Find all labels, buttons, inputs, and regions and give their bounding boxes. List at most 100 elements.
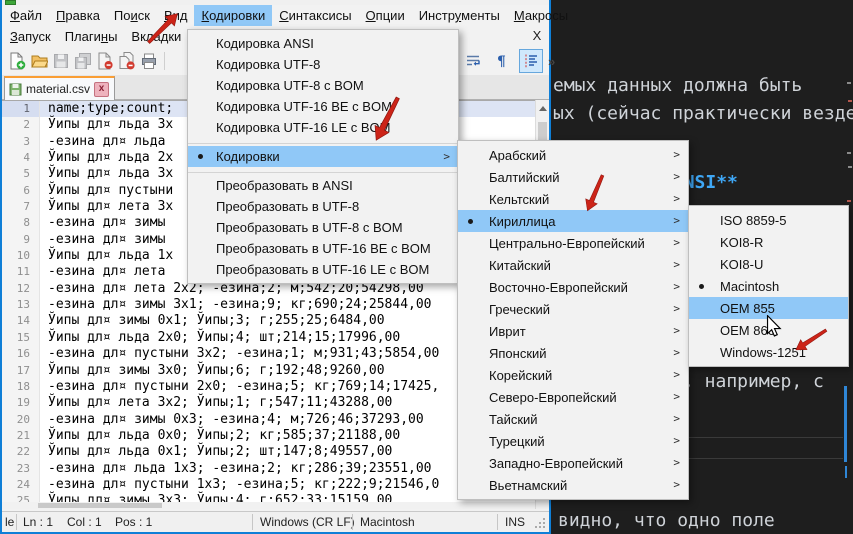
menu-item[interactable]: Преобразовать в ANSI > — [188, 175, 458, 196]
horizontal-scrollbar[interactable] — [2, 502, 535, 509]
menu-item[interactable]: Кодировки > — [188, 146, 458, 167]
saved-file-icon — [9, 83, 22, 96]
new-file-icon[interactable] — [6, 50, 28, 72]
menu-item[interactable]: Тайский > — [458, 408, 688, 430]
status-column: Col : 1 — [67, 515, 102, 529]
menu-item[interactable]: Преобразовать в UTF-16 LE с BOM > — [188, 259, 458, 280]
horizontal-scrollbar-thumb[interactable] — [38, 503, 162, 508]
menu-item[interactable]: Греческий > — [458, 298, 688, 320]
menu-bar-item[interactable]: Синтаксисы — [272, 5, 358, 26]
menu-item[interactable]: Арабский > — [458, 144, 688, 166]
menu-item[interactable]: Турецкий > — [458, 430, 688, 452]
line-number: 6 — [2, 183, 40, 199]
menu-bar-row1: ФайлПравкаПоискВидКодировкиСинтаксисыОпц… — [3, 5, 575, 26]
red-annotation-arrow — [141, 10, 185, 46]
menu-item[interactable]: Кодировка UTF-8 с BOM > — [188, 75, 458, 96]
submenu-chevron-icon: > — [673, 279, 680, 295]
indent-guide-icon[interactable] — [519, 49, 543, 73]
menu-item[interactable]: > — [188, 138, 458, 146]
print-icon[interactable] — [138, 50, 160, 72]
resize-grip[interactable] — [543, 526, 545, 528]
menu-item[interactable]: Западно-Европейский > — [458, 452, 688, 474]
menu-item[interactable]: Центрально-Европейский > — [458, 232, 688, 254]
save-icon[interactable] — [50, 50, 72, 72]
editor-line: 16 -езина дл¤ пустыни 3х2; -езина;1; м;9… — [2, 346, 535, 362]
toolbar-overflow-chevron[interactable]: » — [548, 54, 555, 69]
close-all-icon[interactable] — [116, 50, 138, 72]
menu-item[interactable]: Японский > — [458, 342, 688, 364]
menu-item[interactable]: Восточно-Европейский > — [458, 276, 688, 298]
status-encoding[interactable]: Macintosh — [360, 515, 415, 529]
background-scrollbar-mark — [845, 466, 847, 478]
editor-line: 15 Ўипы дл¤ льда 2х0; Ўипы;4; шт;214;15;… — [2, 330, 535, 346]
background-text-line: видно, что одно поле — [558, 510, 775, 531]
menu-item[interactable]: Кодировка UTF-16 LE с BOM > — [188, 117, 458, 138]
menu-bar-item[interactable]: Правка — [49, 5, 107, 26]
svg-text:¶: ¶ — [497, 54, 506, 70]
scroll-up-arrow-icon[interactable] — [539, 106, 547, 111]
menu-bar-item[interactable]: Инструменты — [412, 5, 507, 26]
document-close-button[interactable]: X — [529, 27, 545, 45]
menu-item[interactable]: Кодировка ANSI > — [188, 33, 458, 54]
status-bar: le Ln : 1 Col : 1 Pos : 1 Windows (CR LF… — [2, 511, 549, 532]
menu-bar-item[interactable]: Кодировки — [194, 5, 272, 26]
line-number: 24 — [2, 477, 40, 493]
menu-item[interactable]: ISO 8859-5 > — [689, 209, 848, 231]
editor-line: 22 Ўипы дл¤ льда 0х1; Ўипы;2; шт;147;8;4… — [2, 444, 535, 460]
menu-item[interactable]: Северо-Европейский > — [458, 386, 688, 408]
open-file-icon[interactable] — [28, 50, 50, 72]
divider-line — [688, 437, 843, 438]
menu-item[interactable]: Кириллица > — [458, 210, 688, 232]
submenu-chevron-icon: > — [673, 235, 680, 251]
menu-bar-item[interactable]: Файл — [3, 5, 49, 26]
menu-item[interactable]: Корейский > — [458, 364, 688, 386]
menu-item[interactable]: > — [188, 167, 458, 175]
menu-item[interactable]: Кодировка UTF-16 BE с BOM > — [188, 96, 458, 117]
status-line: Ln : 1 — [23, 515, 53, 529]
menu-bar-item[interactable]: Запуск — [3, 26, 58, 47]
menu-item[interactable]: Иврит > — [458, 320, 688, 342]
status-position: Pos : 1 — [115, 515, 152, 529]
submenu-chevron-icon: > — [673, 301, 680, 317]
minimap-mark — [847, 82, 851, 84]
line-number: 4 — [2, 150, 40, 166]
menu-item[interactable]: Кельтский > — [458, 188, 688, 210]
editor-line: 13 -езина дл¤ зимы 3х1; -езина;9; кг;690… — [2, 297, 535, 313]
editor-line: 24 -езина дл¤ пустыни 1х3; -езина;5; кг;… — [2, 477, 535, 493]
status-eol-format[interactable]: Windows (CR LF) — [260, 515, 355, 529]
menu-item[interactable]: Преобразовать в UTF-16 BE с BOM > — [188, 238, 458, 259]
menu-item[interactable]: KOI8-R > — [689, 231, 848, 253]
submenu-chevron-icon: > — [673, 213, 680, 229]
menu-item[interactable]: Преобразовать в UTF-8 > — [188, 196, 458, 217]
selected-bullet-icon — [198, 154, 203, 159]
line-number: 23 — [2, 461, 40, 477]
menu-item[interactable]: Кодировка UTF-8 > — [188, 54, 458, 75]
close-icon[interactable] — [94, 50, 116, 72]
line-number: 16 — [2, 346, 40, 362]
menu-item[interactable]: Macintosh > — [689, 275, 848, 297]
menu-bar-item[interactable]: Плагины — [58, 26, 125, 47]
menu-item[interactable]: Преобразовать в UTF-8 с BOM > — [188, 217, 458, 238]
submenu-chevron-icon: > — [673, 367, 680, 383]
show-all-characters-icon[interactable]: ¶ — [490, 49, 514, 73]
menu-item[interactable]: Вьетнамский > — [458, 474, 688, 496]
line-number: 3 — [2, 134, 40, 150]
line-number: 21 — [2, 428, 40, 444]
line-number: 10 — [2, 248, 40, 264]
save-all-icon[interactable] — [72, 50, 94, 72]
line-number: 7 — [2, 199, 40, 215]
tab-close-icon[interactable]: x — [94, 82, 109, 97]
line-number: 18 — [2, 379, 40, 395]
tab-material-csv[interactable]: material.csv x — [4, 76, 115, 100]
editor-line: 21 Ўипы дл¤ льда 0х0; Ўипы;2; кг;585;37;… — [2, 428, 535, 444]
menu-item[interactable]: KOI8-U > — [689, 253, 848, 275]
background-scrollbar[interactable] — [844, 386, 847, 462]
menu-item[interactable]: Китайский > — [458, 254, 688, 276]
background-text-line: емых данных должна быть — [553, 75, 802, 96]
status-insert-mode[interactable]: INS — [505, 515, 525, 529]
menu-bar-item[interactable]: Опции — [359, 5, 412, 26]
word-wrap-icon[interactable] — [461, 49, 485, 73]
line-number: 22 — [2, 444, 40, 460]
submenu-chevron-icon: > — [673, 147, 680, 163]
menu-bar-item[interactable]: Макросы — [507, 5, 575, 26]
